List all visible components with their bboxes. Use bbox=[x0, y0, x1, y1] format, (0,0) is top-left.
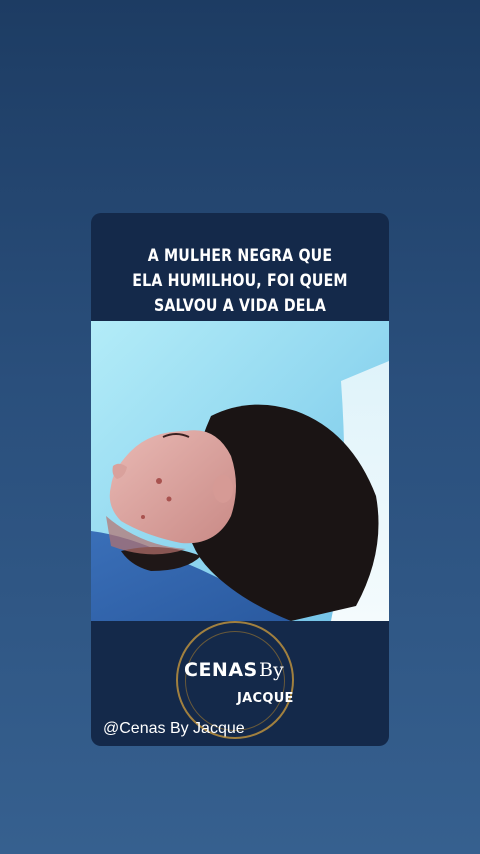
video-frame[interactable] bbox=[91, 321, 389, 621]
logo-by-text: By bbox=[259, 659, 284, 681]
video-caption: A MULHER NEGRA QUE ELA HUMILHOU, FOI QUE… bbox=[112, 243, 368, 318]
logo-main-text: CENAS bbox=[184, 659, 258, 681]
caption-line-2: ELA HUMILHOU, FOI QUEM bbox=[132, 271, 348, 290]
caption-line-3: SALVOU A VIDA DELA bbox=[153, 296, 327, 315]
video-card[interactable]: A MULHER NEGRA QUE ELA HUMILHOU, FOI QUE… bbox=[91, 213, 389, 746]
video-thumbnail-image bbox=[91, 321, 389, 621]
logo-inner-ring bbox=[185, 631, 285, 731]
brand-watermark: CENAS By JACQUE @Cenas By Jacque bbox=[91, 621, 389, 746]
account-handle[interactable]: @Cenas By Jacque bbox=[103, 720, 245, 738]
caption-line-1: A MULHER NEGRA QUE bbox=[147, 246, 333, 265]
logo-sub-text: JACQUE bbox=[237, 691, 294, 706]
